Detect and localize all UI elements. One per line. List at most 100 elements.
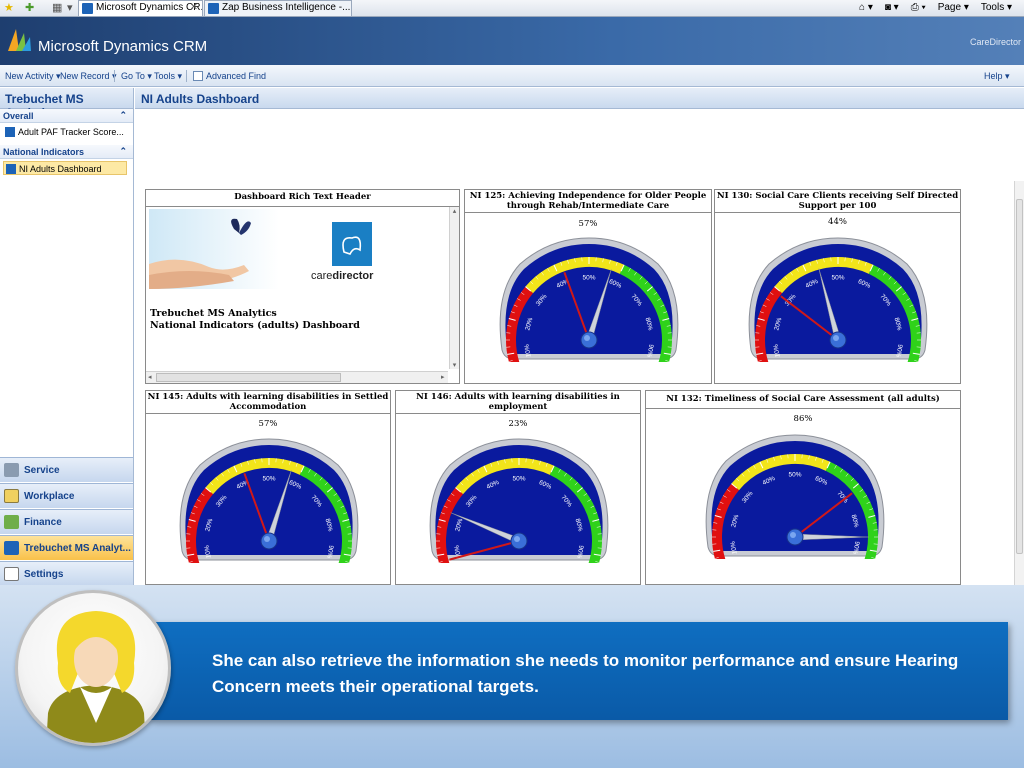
tools-menu[interactable]: Tools ▾: [981, 1, 1012, 15]
gauge-dial: 0%10%20%30%40%50%60%70%80%90%100%: [748, 237, 928, 362]
gauge-hub-highlight: [584, 335, 590, 341]
command-bar: New Activity ▾ New Record ▾ Go To ▾ Tool…: [0, 65, 1024, 87]
wunderbar-workplace[interactable]: Workplace: [0, 483, 133, 508]
advanced-find-button[interactable]: Advanced Find: [206, 71, 266, 81]
rich-text-line-2: National Indicators (adults) Dashboard: [150, 320, 360, 331]
gauge-dial: 0%10%20%30%40%50%60%70%80%90%100%: [705, 434, 885, 559]
analytics-icon: [4, 541, 19, 555]
gauge-dial: 0%10%20%30%40%50%60%70%80%90%100%: [499, 237, 679, 362]
gauge-panel-ni130: NI 130: Social Care Clients receiving Se…: [714, 189, 961, 384]
gauge-panel-ni146: NI 146: Adults with learning disabilitie…: [395, 390, 641, 585]
service-icon: [4, 463, 19, 477]
go-to-button[interactable]: Go To ▾: [121, 71, 152, 82]
separator: [114, 70, 115, 82]
brand-suffix: director: [332, 270, 374, 282]
hands-butterfly-image: [149, 209, 279, 289]
gauge-tick-label: 50%: [262, 476, 275, 483]
wunderbar-trebuchet-analytics[interactable]: Trebuchet MS Analyt...: [0, 535, 133, 560]
collapse-chevron-icon[interactable]: ⌃: [119, 110, 127, 121]
page-menu[interactable]: Page ▾: [938, 1, 969, 15]
caredirector-wordmark: caredirector: [311, 270, 373, 282]
app-title: Microsoft Dynamics CRM: [38, 38, 208, 55]
avatar: [15, 590, 171, 746]
left-navigation: Trebuchet MS Analytics Overall ⌃ Adult P…: [0, 88, 134, 585]
close-tab-icon[interactable]: ✕: [190, 1, 198, 15]
add-favorites-icon[interactable]: ✚: [25, 2, 34, 15]
finance-icon: [4, 515, 19, 529]
print-icon[interactable]: ⎙ ▾: [911, 1, 926, 15]
area-title: Trebuchet MS Analytics: [0, 88, 133, 120]
new-record-button[interactable]: New Record ▾: [60, 71, 117, 82]
section-label: Overall: [3, 111, 34, 121]
tab-label: Microsoft Dynamics CR...: [96, 2, 203, 13]
gauge-title: NI 130: Social Care Clients receiving Se…: [715, 191, 960, 213]
gauge-tick-label: 50%: [831, 275, 844, 282]
caredirector-logo-icon: [332, 222, 372, 266]
page-vertical-scrollbar[interactable]: [1014, 181, 1024, 585]
gauge-tick-label: 50%: [582, 275, 595, 282]
gauge-tick-label: 50%: [788, 472, 801, 479]
home-icon[interactable]: ⌂ ▾: [859, 1, 873, 15]
page-title: NI Adults Dashboard: [135, 88, 1024, 109]
rich-text-horizontal-scrollbar[interactable]: ◂ ▸: [146, 371, 448, 383]
favorites-star-icon[interactable]: ★: [4, 2, 14, 15]
browser-toolbar-right: ⌂ ▾ ◙ ▾ ⎙ ▾ Page ▾ Tools ▾: [859, 1, 1012, 15]
rich-text-panel: Dashboard Rich Text Header caredirector …: [145, 189, 460, 384]
caption-box: She can also retrieve the information sh…: [150, 622, 1008, 720]
organization-name[interactable]: CareDirector: [970, 37, 1021, 47]
browser-tab-bar: ★ ✚ ▦ ▾ Microsoft Dynamics CR... ✕ Zap B…: [0, 0, 1024, 17]
gauge-hub-highlight: [514, 536, 520, 542]
help-button[interactable]: Help ▾: [984, 71, 1010, 82]
wunderbar-settings[interactable]: Settings: [0, 561, 133, 585]
zap-favicon-icon: [208, 3, 219, 14]
tools-button[interactable]: Tools ▾: [154, 71, 182, 82]
gauge-hub-highlight: [264, 536, 270, 542]
scrollbar-thumb[interactable]: [1016, 199, 1023, 554]
gauge-dial: 0%10%20%30%40%50%60%70%80%90%100%: [179, 438, 359, 563]
new-activity-button[interactable]: New Activity ▾: [5, 71, 61, 82]
section-overall[interactable]: Overall ⌃: [0, 109, 133, 123]
wunderbar-service[interactable]: Service: [0, 457, 133, 482]
crm-header: Microsoft Dynamics CRM CareDirector: [0, 17, 1024, 65]
feeds-icon[interactable]: ◙ ▾: [885, 1, 899, 15]
rich-text-line-1: Trebuchet MS Analytics: [150, 308, 277, 319]
section-national-indicators[interactable]: National Indicators ⌃: [0, 145, 133, 159]
nav-link-label: NI Adults Dashboard: [19, 164, 102, 174]
gauge-title: NI 132: Timeliness of Social Care Assess…: [646, 391, 960, 409]
settings-icon: [4, 567, 19, 581]
tab-dynamics-crm[interactable]: Microsoft Dynamics CR... ✕: [78, 0, 203, 16]
collapse-chevron-icon[interactable]: ⌃: [119, 146, 127, 157]
rich-text-header: Dashboard Rich Text Header: [146, 190, 459, 207]
gauge-percent-label: 86%: [793, 414, 813, 424]
gauge-hub-highlight: [833, 335, 839, 341]
rich-text-body: caredirector Trebuchet MS Analytics Nati…: [147, 207, 457, 369]
nav-link-adult-paf[interactable]: Adult PAF Tracker Score...: [3, 125, 127, 139]
wunderbar-label: Workplace: [24, 491, 75, 502]
advanced-find-icon[interactable]: [193, 71, 203, 81]
gauge-panel-ni125: NI 125: Achieving Independence for Older…: [464, 189, 712, 384]
gauge-title: NI 125: Achieving Independence for Older…: [465, 190, 711, 213]
gauge-title: NI 145: Adults with learning disabilitie…: [146, 392, 390, 414]
gauge-tick-label: 50%: [512, 476, 525, 483]
report-icon: [5, 127, 15, 137]
nav-link-ni-adults-dashboard[interactable]: NI Adults Dashboard: [3, 161, 127, 175]
gauge-percent-label: 44%: [828, 217, 847, 227]
workplace-icon: [4, 489, 19, 503]
dynamics-logo-icon: [8, 29, 31, 51]
section-label: National Indicators: [3, 147, 85, 157]
rich-text-vertical-scrollbar[interactable]: ▴ ▾: [449, 207, 459, 369]
gauge-percent-label: 57%: [578, 219, 598, 229]
wunderbar-finance[interactable]: Finance: [0, 509, 133, 534]
crm-favicon-icon: [82, 3, 93, 14]
gauge-percent-label: 57%: [258, 419, 278, 429]
caption-text: She can also retrieve the information sh…: [212, 651, 959, 696]
quick-tabs-icon[interactable]: ▦: [52, 2, 62, 15]
gauge-percent-label: 23%: [508, 419, 528, 429]
tab-list-chevron-icon[interactable]: ▾: [67, 2, 73, 15]
gauge-panel-ni132: NI 132: Timeliness of Social Care Assess…: [645, 390, 961, 585]
gauge-dial: 0%10%20%30%40%50%60%70%80%90%100%: [429, 438, 609, 563]
tab-label: Zap Business Intelligence -...: [222, 2, 351, 13]
brand-prefix: care: [311, 270, 333, 282]
businesswoman-avatar-icon: [46, 611, 146, 743]
tab-zap-bi[interactable]: Zap Business Intelligence -...: [204, 0, 352, 16]
